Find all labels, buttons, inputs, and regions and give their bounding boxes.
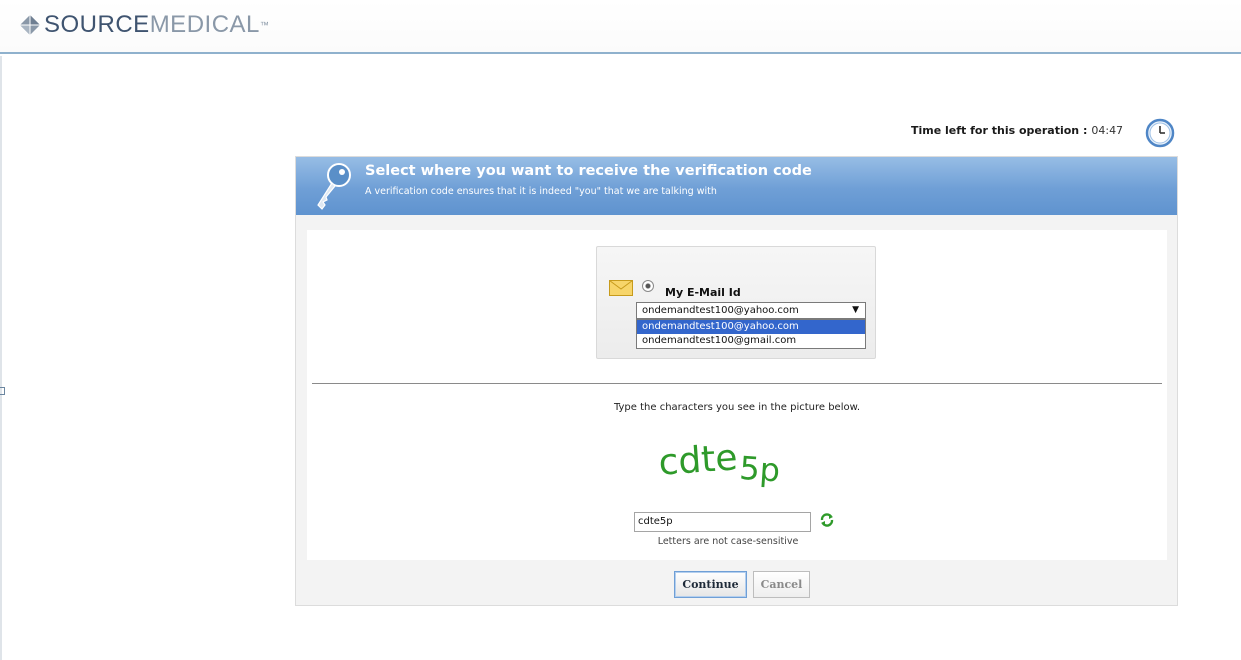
timer-value: 04:47 [1091, 124, 1124, 137]
logo-light-text: MEDICAL [149, 11, 260, 38]
envelope-icon [609, 280, 633, 296]
email-option-gmail[interactable]: ondemandtest100@gmail.com [637, 334, 865, 348]
panel-content: My E-Mail Id ondemandtest100@yahoo.com ▼… [307, 230, 1167, 560]
svg-text:cdte: cdte [657, 437, 739, 483]
clock-icon [1145, 118, 1175, 148]
panel-banner: Select where you want to receive the ver… [296, 157, 1177, 215]
email-radio-button[interactable] [642, 280, 654, 292]
email-option-yahoo[interactable]: ondemandtest100@yahoo.com [637, 320, 865, 334]
continue-button[interactable]: Continue [674, 571, 747, 598]
logo-trademark: ™ [259, 20, 270, 30]
banner-title: Select where you want to receive the ver… [365, 163, 812, 179]
sourcemedical-logo[interactable]: SOURCEMEDICAL™ [18, 12, 269, 38]
captcha-image: cdte 5p [657, 437, 781, 490]
left-edge-rule [0, 56, 2, 660]
cancel-button[interactable]: Cancel [753, 571, 810, 598]
refresh-icon[interactable] [819, 512, 835, 528]
operation-timer: Time left for this operation : 04:47 [911, 118, 1175, 148]
captcha-input[interactable]: cdte5p [634, 512, 811, 532]
dropdown-arrow-icon[interactable]: ▼ [852, 303, 859, 318]
captcha-instruction: Type the characters you see in the pictu… [613, 402, 861, 413]
email-select[interactable]: ondemandtest100@yahoo.com ▼ [636, 302, 866, 319]
logo-bold-text: SOURCE [44, 11, 150, 38]
banner-subtitle: A verification code ensures that it is i… [365, 186, 717, 197]
timer-label: Time left for this operation : [911, 124, 1088, 137]
left-edge-marker [0, 387, 5, 395]
email-dropdown-list: ondemandtest100@yahoo.com ondemandtest10… [636, 319, 866, 349]
key-icon [317, 163, 351, 210]
svg-text:5p: 5p [738, 449, 781, 490]
captcha-hint: Letters are not case-sensitive [657, 536, 799, 547]
section-divider [312, 383, 1162, 384]
logo-wordmark: SOURCEMEDICAL™ [44, 12, 269, 38]
email-option-label: My E-Mail Id [665, 286, 741, 299]
app-header: SOURCEMEDICAL™ [0, 0, 1241, 54]
email-option-box: My E-Mail Id ondemandtest100@yahoo.com ▼… [596, 246, 876, 359]
verification-panel: Select where you want to receive the ver… [295, 156, 1178, 606]
email-select-value: ondemandtest100@yahoo.com [642, 305, 799, 316]
diamond-logo-icon [20, 15, 40, 35]
